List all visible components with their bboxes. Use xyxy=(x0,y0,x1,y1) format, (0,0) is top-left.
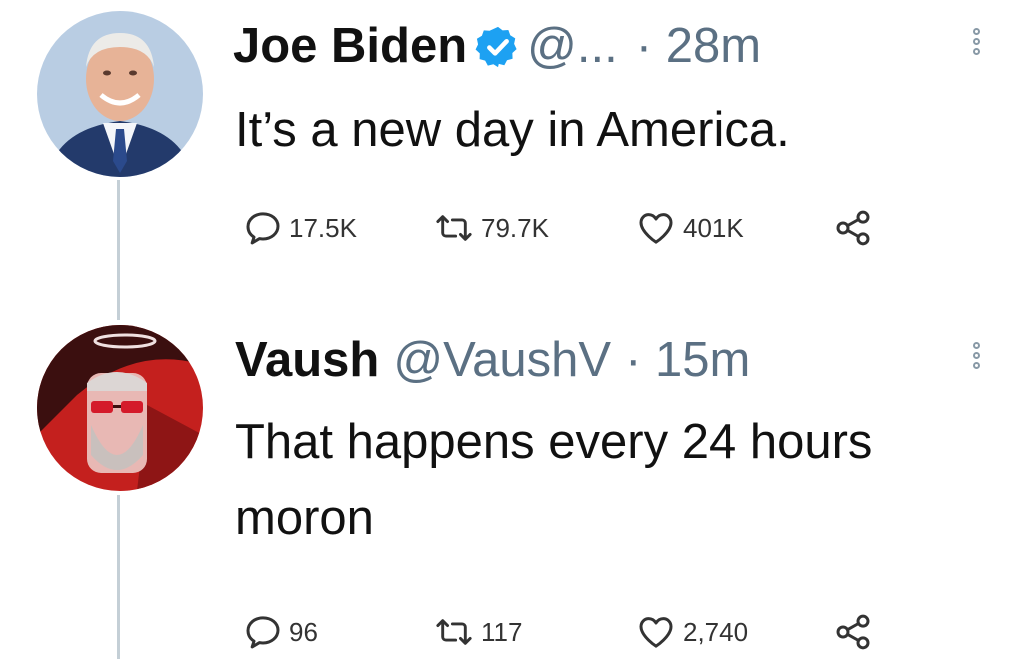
retweet-icon xyxy=(436,619,472,645)
like-button[interactable]: 2,740 xyxy=(635,612,748,652)
reply-count: 96 xyxy=(289,616,318,647)
retweet-icon xyxy=(436,215,472,241)
more-options-icon[interactable] xyxy=(970,28,982,55)
retweet-count: 79.7K xyxy=(481,212,549,243)
like-icon xyxy=(639,617,673,648)
tweet-actions: 17.5K 79.7K 401K xyxy=(243,208,893,248)
avatar-image xyxy=(37,325,203,491)
reply-count: 17.5K xyxy=(289,212,357,243)
share-icon xyxy=(836,614,870,650)
author-handle[interactable]: @VaushV xyxy=(393,336,611,385)
thread-line-bottom xyxy=(117,495,120,659)
share-icon xyxy=(836,210,870,246)
share-button[interactable] xyxy=(833,612,873,652)
tweet-text: It’s a new day in America. xyxy=(235,103,790,157)
thread-line-top xyxy=(117,180,120,320)
retweet-count: 117 xyxy=(481,616,523,647)
retweet-button[interactable]: 117 xyxy=(433,612,522,652)
reply-icon xyxy=(246,616,280,649)
avatar[interactable] xyxy=(37,11,203,177)
author-handle[interactable]: @... xyxy=(527,22,618,71)
avatar[interactable] xyxy=(37,325,203,491)
avatar-image xyxy=(37,11,203,177)
more-options-icon[interactable] xyxy=(970,342,982,369)
author-name[interactable]: Joe Biden xyxy=(233,22,467,71)
tweet-time[interactable]: · 15m xyxy=(625,336,750,385)
like-icon xyxy=(639,213,673,244)
author-name[interactable]: Vaush xyxy=(235,336,379,385)
like-count: 401K xyxy=(683,212,744,243)
share-button[interactable] xyxy=(833,208,873,248)
tweet-text: That happens every 24 hours moron xyxy=(235,415,873,545)
like-count: 2,740 xyxy=(683,616,749,647)
reply-button[interactable]: 17.5K xyxy=(243,208,357,248)
verified-badge-icon xyxy=(475,26,517,67)
tweet-header: Joe Biden @... · 28m xyxy=(233,22,761,71)
reply-icon xyxy=(246,212,280,245)
reply-button[interactable]: 96 xyxy=(243,612,318,652)
tweet-time[interactable]: · 28m xyxy=(636,22,761,71)
tweet-header: Vaush @VaushV · 15m xyxy=(235,336,750,385)
like-button[interactable]: 401K xyxy=(635,208,744,248)
retweet-button[interactable]: 79.7K xyxy=(433,208,549,248)
tweet-actions: 96 117 2,740 xyxy=(243,612,893,652)
